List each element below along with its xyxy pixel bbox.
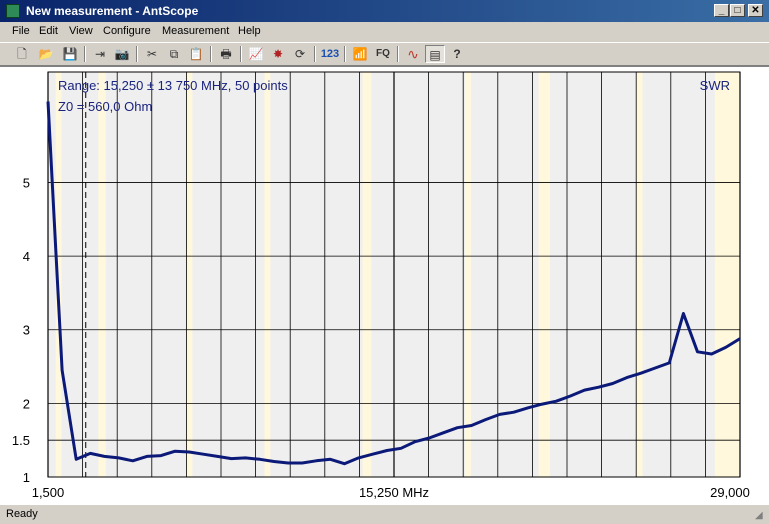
save-icon[interactable]: 💾 — [60, 45, 80, 63]
menu-help[interactable]: Help — [238, 25, 261, 37]
star-burst-icon[interactable]: ✸ — [268, 45, 288, 63]
camera-icon[interactable]: 📷 — [112, 45, 132, 63]
chart-icon[interactable]: 📈 — [246, 45, 266, 63]
y-tick-label: 4 — [23, 249, 30, 264]
minimize-button[interactable]: _ — [714, 4, 729, 17]
x-tick-label: 1,500 — [32, 485, 65, 500]
cut-icon[interactable]: ✂ — [142, 45, 162, 63]
paste-icon[interactable]: 📋 — [186, 45, 206, 63]
open-folder-icon[interactable]: 📂 — [36, 45, 56, 63]
y-tick-label: 1 — [23, 470, 30, 485]
chart-area[interactable]: 1 1.5 2 3 4 5 1,500 15,250 MHz 29,000 Range: 15… — [0, 66, 769, 504]
y-tick-label: 3 — [23, 323, 30, 338]
menu-configure[interactable]: Configure — [103, 25, 151, 37]
y-axis-ticks: 1 1.5 2 3 4 5 — [12, 175, 30, 485]
export-icon[interactable]: ⇥ — [90, 45, 110, 63]
antenna-icon[interactable]: 📶 — [350, 45, 370, 63]
window-title: New measurement - AntScope — [26, 4, 199, 18]
menu-view[interactable]: View — [69, 25, 93, 37]
swr-series-label: SWR — [700, 78, 730, 93]
band-highlight — [538, 72, 551, 477]
menu-file[interactable]: File — [12, 25, 30, 37]
help-icon[interactable]: ? — [447, 45, 467, 63]
maximize-button[interactable]: □ — [730, 4, 745, 17]
z0-annotation: Z0 = 560,0 Ohm — [58, 99, 152, 114]
status-bar: Ready ◢ — [0, 504, 769, 524]
copy-icon[interactable]: ⧉ — [164, 45, 184, 63]
waves-icon[interactable]: ∿ — [403, 45, 423, 63]
close-button[interactable]: ✕ — [748, 4, 763, 17]
status-text: Ready — [6, 508, 38, 520]
band-highlight — [714, 72, 740, 477]
y-tick-label: 2 — [23, 396, 30, 411]
band-highlight — [264, 72, 271, 477]
menu-measurement[interactable]: Measurement — [162, 25, 229, 37]
antscope-app-icon[interactable] — [6, 4, 20, 18]
print-icon[interactable]: 🖶 — [216, 45, 236, 63]
swr-chart[interactable]: 1 1.5 2 3 4 5 1,500 15,250 MHz 29,000 Range: 15… — [0, 67, 769, 504]
new-file-icon[interactable]: 🗋 — [12, 45, 32, 63]
title-bar[interactable]: New measurement - AntScope _ □ ✕ — [0, 0, 769, 22]
y-tick-label: 1.5 — [12, 433, 30, 448]
band-highlight — [362, 72, 372, 477]
menu-bar: File Edit View Configure Measurement Hel… — [0, 22, 769, 42]
band-highlight — [464, 72, 471, 477]
range-annotation: Range: 15,250 ± 13 750 MHz, 50 points — [58, 78, 288, 93]
y-tick-label: 5 — [23, 175, 30, 190]
x-axis-ticks: 1,500 15,250 MHz 29,000 — [32, 485, 750, 500]
band-highlight — [186, 72, 193, 477]
refresh-icon[interactable]: ⟳ — [290, 45, 310, 63]
notes-icon[interactable]: ▤ — [425, 45, 445, 63]
grid-lines — [47, 71, 741, 478]
resize-grip-icon[interactable]: ◢ — [755, 510, 767, 522]
menu-edit[interactable]: Edit — [39, 25, 58, 37]
band-highlight — [636, 72, 643, 477]
x-tick-label: 29,000 — [710, 485, 750, 500]
toolbar: 🗋 📂 💾 ⇥ 📷 ✂ ⧉ 📋 🖶 📈 ✸ ⟳ 123 📶 FQ ∿ ▤ ? — [0, 42, 769, 66]
numbers-button[interactable]: 123 — [319, 45, 341, 63]
fq-button[interactable]: FQ — [372, 45, 394, 63]
band-highlight — [98, 72, 106, 477]
x-tick-label: 15,250 MHz — [359, 485, 429, 500]
